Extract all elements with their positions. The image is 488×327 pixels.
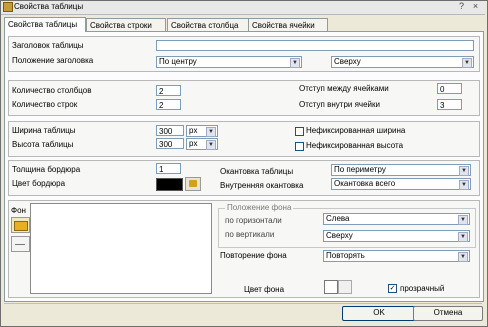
caption-title-label: Заголовок таблицы <box>12 41 84 50</box>
bg-color-picker-icon[interactable] <box>338 280 352 294</box>
ok-button[interactable]: OK <box>342 306 416 321</box>
height-unit-value: px <box>189 139 198 148</box>
cols-spinner[interactable]: ▲▼ <box>180 86 181 96</box>
cols-label: Количество столбцов <box>12 86 92 95</box>
app-icon <box>3 2 13 12</box>
caption-title-input[interactable] <box>156 40 474 51</box>
dimensions-group <box>8 121 480 157</box>
width-unit-select[interactable]: px ▼ <box>186 125 218 137</box>
width-unit-value: px <box>189 126 198 135</box>
chevron-down-icon: ▼ <box>206 140 216 150</box>
bg-vertical-select[interactable]: Сверху ▼ <box>323 230 470 242</box>
tab-table-properties[interactable]: Свойства таблицы <box>4 17 86 32</box>
caption-halign-value: По центру <box>159 57 197 66</box>
border-thickness-value: 1 <box>159 165 164 174</box>
caption-valign-value: Сверху <box>334 57 361 66</box>
window-title: Свойства таблицы <box>14 2 84 11</box>
padding-value: 3 <box>440 101 445 110</box>
spacing-label: Отступ между ячейками <box>299 84 389 93</box>
caption-position-label: Положение заголовка <box>12 56 94 65</box>
tab-strip: Свойства таблицы Свойства строки Свойств… <box>4 17 482 32</box>
unfixed-width-checkbox[interactable] <box>295 127 304 136</box>
border-color-label: Цвет бордюра <box>12 179 66 188</box>
chevron-down-icon: ▼ <box>459 166 469 176</box>
spacing-input[interactable]: 0 ▲▼ <box>437 83 462 94</box>
background-label: Фон <box>11 206 26 215</box>
cols-value: 2 <box>159 87 164 96</box>
caption-valign-select[interactable]: Сверху ▼ <box>331 56 474 68</box>
chevron-down-icon: ▼ <box>458 232 468 242</box>
tab-cell-properties[interactable]: Свойства ячейки <box>248 18 328 32</box>
height-unit-select[interactable]: px ▼ <box>186 138 218 150</box>
border-thickness-input[interactable]: 1 ▲▼ <box>156 163 181 174</box>
cols-input[interactable]: 2 ▲▼ <box>156 85 181 96</box>
bg-repeat-value: Повторять <box>326 251 365 260</box>
chevron-down-icon: ▼ <box>458 215 468 225</box>
transparent-checkbox[interactable]: ✓ <box>388 284 397 293</box>
rows-value: 2 <box>159 101 164 110</box>
transparent-label: прозрачный <box>400 284 445 293</box>
tab-column-properties[interactable]: Свойства столбца <box>167 18 251 32</box>
width-label: Ширина таблицы <box>12 126 76 135</box>
rules-value: Окантовка всего <box>334 179 396 188</box>
bg-horizontal-label: по горизонтали <box>225 216 282 225</box>
bg-color-label: Цвет фона <box>244 285 285 294</box>
bg-position-title: Положение фона <box>225 203 294 213</box>
rows-spinner[interactable]: ▲▼ <box>180 100 181 110</box>
spacing-value: 0 <box>440 85 445 94</box>
border-thickness-spinner[interactable]: ▲▼ <box>180 164 181 174</box>
unfixed-height-label: Нефиксированная высота <box>306 141 404 150</box>
bg-color-swatch[interactable] <box>324 280 338 294</box>
padding-label: Отступ внутри ячейки <box>299 100 380 109</box>
folder-shape <box>14 221 28 231</box>
padding-spinner[interactable]: ▲▼ <box>461 100 462 110</box>
help-button[interactable]: ? <box>456 1 467 12</box>
height-label: Высота таблицы <box>12 140 74 149</box>
unfixed-width-label: Нефиксированная ширина <box>306 126 406 135</box>
dash-shape <box>15 244 25 245</box>
color-picker-icon[interactable] <box>185 177 201 191</box>
bg-repeat-select[interactable]: Повторять ▼ <box>323 250 470 262</box>
rules-select[interactable]: Окантовка всего ▼ <box>331 178 471 190</box>
padding-input[interactable]: 3 ▲▼ <box>437 99 462 110</box>
border-color-swatch[interactable] <box>156 178 183 191</box>
rules-label: Внутренняя окантовка <box>220 181 304 190</box>
chevron-down-icon: ▼ <box>459 180 469 190</box>
height-input[interactable]: 300 <box>156 138 184 149</box>
bg-repeat-label: Повторение фона <box>220 251 287 260</box>
frame-label: Окантовка таблицы <box>220 167 294 176</box>
open-folder-icon[interactable] <box>11 217 30 233</box>
chevron-down-icon: ▼ <box>462 58 472 68</box>
clear-background-icon[interactable] <box>11 236 30 252</box>
bg-vertical-value: Сверху <box>326 231 353 240</box>
chevron-down-icon: ▼ <box>206 127 216 137</box>
chevron-down-icon: ▼ <box>458 252 468 262</box>
spacing-spinner[interactable]: ▲▼ <box>461 84 462 94</box>
background-preview <box>30 203 212 294</box>
frame-select[interactable]: По периметру ▼ <box>331 164 471 176</box>
width-input[interactable]: 300 <box>156 125 184 136</box>
footer-divider <box>4 303 482 304</box>
tab-row-properties[interactable]: Свойства строки <box>86 18 166 32</box>
rows-input[interactable]: 2 ▲▼ <box>156 99 181 110</box>
caption-halign-select[interactable]: По центру ▼ <box>156 56 302 68</box>
cancel-button[interactable]: Отмена <box>413 306 483 321</box>
bg-horizontal-value: Слева <box>326 214 350 223</box>
frame-value: По периметру <box>334 165 386 174</box>
close-button[interactable]: × <box>470 1 481 12</box>
bg-vertical-label: по вертикали <box>225 230 275 239</box>
border-thickness-label: Толщина бордюра <box>12 165 81 174</box>
unfixed-height-checkbox[interactable] <box>295 142 304 151</box>
chevron-down-icon: ▼ <box>290 58 300 68</box>
palette-shape <box>189 180 197 187</box>
bg-horizontal-select[interactable]: Слева ▼ <box>323 213 470 225</box>
rows-label: Количество строк <box>12 100 78 109</box>
